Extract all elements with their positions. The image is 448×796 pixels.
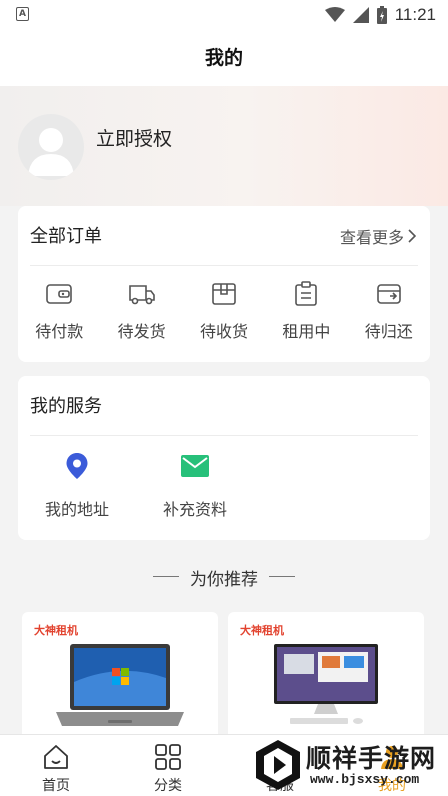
clipboard-icon	[295, 281, 318, 306]
wifi-icon	[324, 7, 345, 22]
order-pending-return[interactable]: 待归还	[348, 280, 430, 342]
chevron-right-icon	[408, 229, 416, 243]
watermark-name: 顺祥手游网	[306, 744, 437, 773]
divider	[30, 265, 418, 266]
service-label: 补充资料	[162, 500, 227, 519]
product-card[interactable]: 大神租机	[228, 612, 424, 742]
order-label: 租用中	[282, 322, 331, 341]
package-icon	[212, 283, 236, 305]
divider	[30, 435, 418, 436]
tab-category[interactable]: 分类	[112, 735, 224, 796]
order-pending-shipment[interactable]: 待发货	[100, 280, 182, 342]
watermark-logo-icon	[256, 740, 300, 790]
service-supplement-info[interactable]: 补充资料	[136, 450, 254, 520]
signal-icon	[352, 7, 369, 23]
status-bar: A 11:21	[0, 0, 448, 30]
services-row: 我的地址 补充资料	[18, 450, 254, 520]
category-grid-icon	[155, 744, 181, 770]
mail-icon	[181, 455, 209, 477]
tab-label: 分类	[154, 778, 182, 794]
product-brand: 大神租机	[240, 624, 284, 637]
service-label: 我的地址	[44, 500, 109, 519]
orders-card: 全部订单 查看更多 待付款 待发货 待收货 租用中 待归还	[18, 206, 430, 362]
order-status-row: 待付款 待发货 待收货 租用中 待归还	[18, 280, 430, 342]
default-avatar-icon	[28, 128, 74, 176]
product-brand: 大神租机	[34, 624, 78, 637]
battery-icon	[376, 6, 387, 24]
order-label: 待付款	[35, 322, 84, 341]
header: 我的	[0, 30, 448, 86]
status-icons: 11:21	[324, 4, 436, 26]
view-more-link[interactable]: 查看更多	[340, 224, 416, 248]
tab-home[interactable]: 首页	[0, 735, 112, 796]
order-label: 待收货	[199, 322, 248, 341]
order-label: 待归还	[364, 322, 413, 341]
location-pin-icon	[66, 453, 88, 479]
view-more-label: 查看更多	[339, 228, 404, 247]
order-pending-payment[interactable]: 待付款	[18, 280, 100, 342]
orders-title: 全部订单	[30, 226, 102, 247]
order-renting[interactable]: 租用中	[265, 280, 347, 342]
page-title: 我的	[204, 47, 243, 69]
authorize-link[interactable]: 立即授权	[96, 124, 172, 151]
return-box-icon	[376, 284, 401, 304]
services-card: 我的服务 我的地址 补充资料	[18, 376, 430, 540]
profile-section: 立即授权	[0, 86, 448, 206]
site-watermark: 顺祥手游网 www.bjsxsy.com	[250, 734, 448, 796]
avatar[interactable]	[18, 114, 84, 180]
desktop-image	[274, 644, 378, 724]
laptop-image	[56, 644, 184, 726]
order-pending-receipt[interactable]: 待收货	[183, 280, 265, 342]
truck-icon	[128, 285, 155, 305]
profile-page: A 11:21 我的 立即授权 全部订单 查看更多 待付款 待发货 待收货 租用…	[0, 0, 448, 796]
product-card[interactable]: 大神租机	[22, 612, 218, 742]
watermark-url: www.bjsxsy.com	[310, 772, 420, 787]
tab-label: 首页	[42, 778, 70, 794]
clock: 11:21	[394, 5, 436, 24]
recommend-title: 为你推荐	[190, 570, 258, 590]
notification-a-icon: A	[16, 7, 29, 21]
home-icon	[44, 745, 68, 769]
services-title: 我的服务	[30, 396, 102, 417]
service-my-address[interactable]: 我的地址	[18, 450, 136, 520]
wallet-icon	[46, 284, 72, 304]
order-label: 待发货	[117, 322, 166, 341]
divider	[269, 576, 295, 577]
